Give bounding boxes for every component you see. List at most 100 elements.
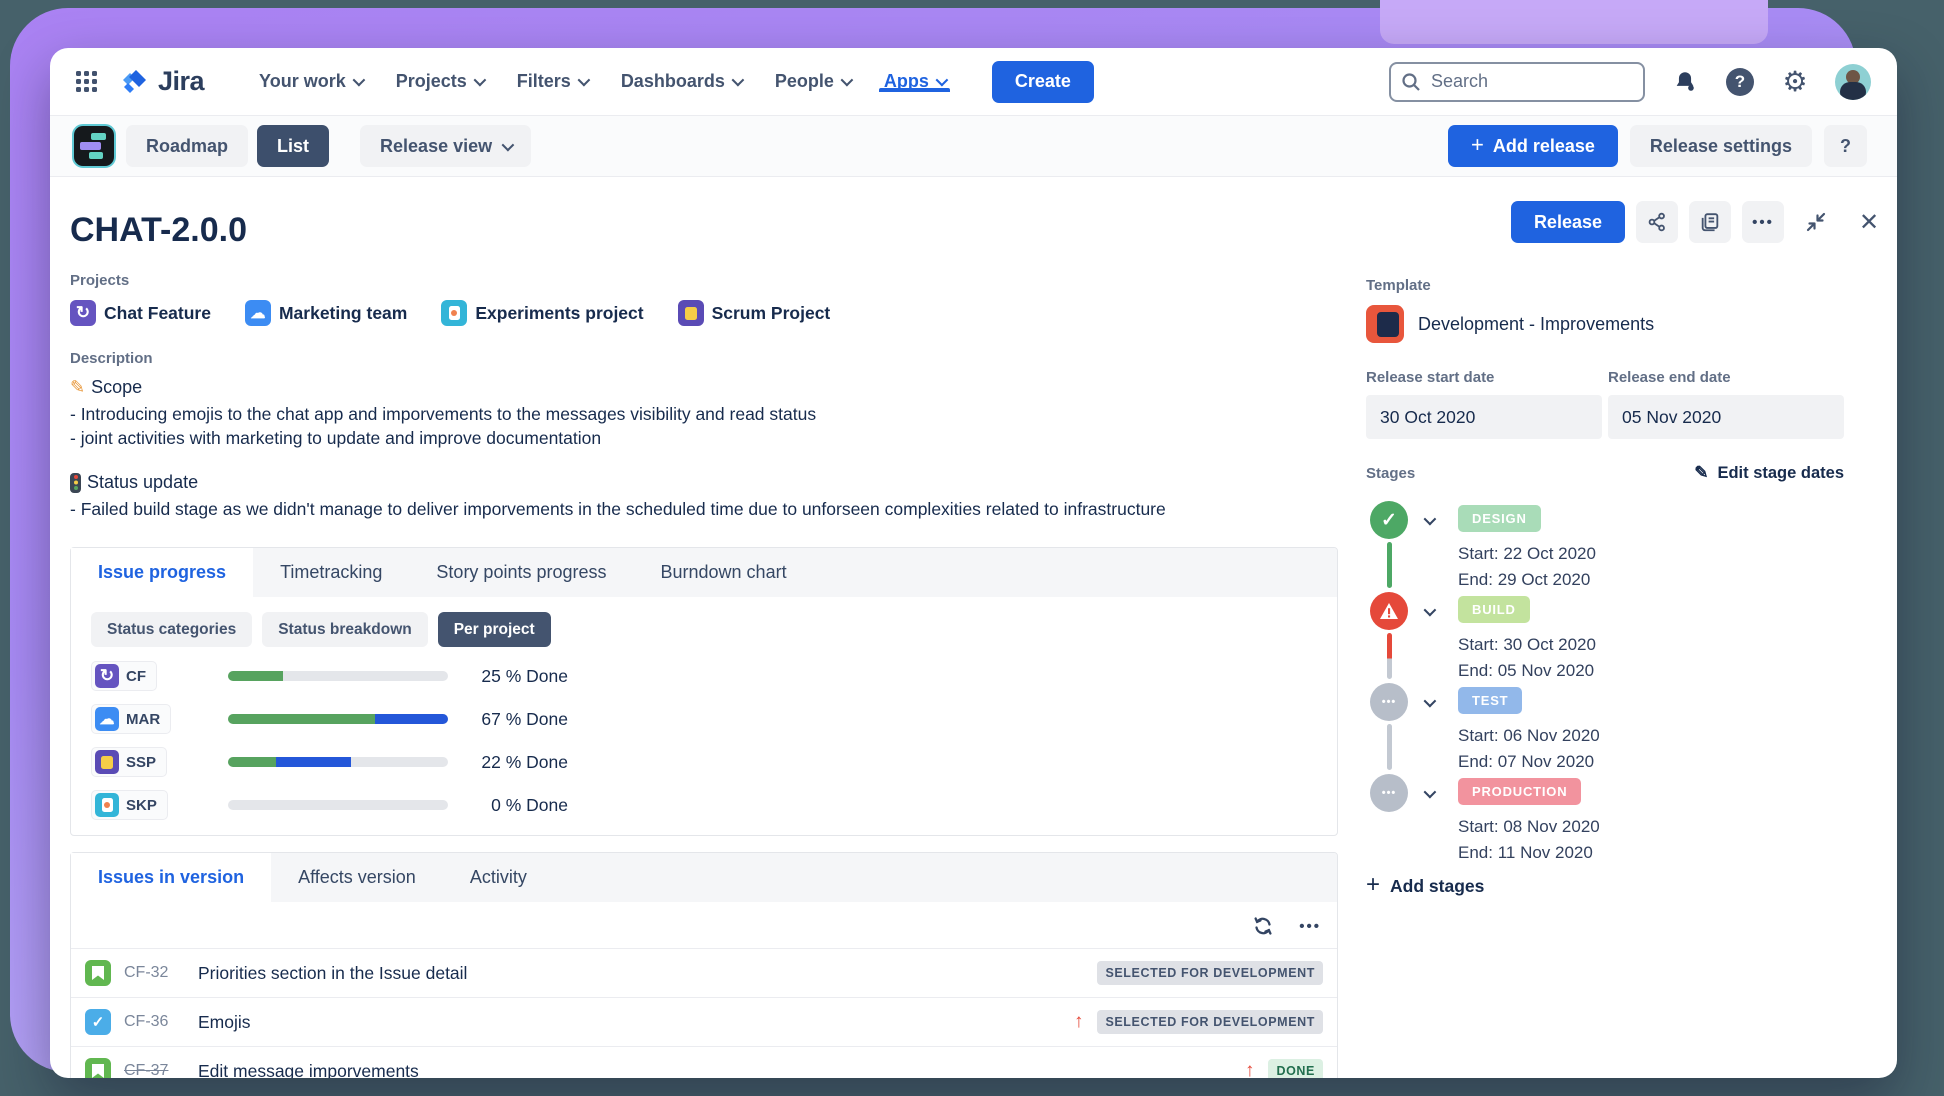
help-icon[interactable]: ?: [1725, 67, 1755, 97]
status-badge[interactable]: SELECTED FOR DEVELOPMENT: [1097, 961, 1323, 986]
filter-status-categories[interactable]: Status categories: [91, 612, 253, 648]
collapse-icon[interactable]: [1795, 201, 1837, 243]
stage-failed-icon[interactable]: [1370, 592, 1408, 630]
template-label: Template: [1366, 277, 1431, 294]
stage-badge-design[interactable]: DESIGN: [1458, 505, 1541, 532]
nav-item-people[interactable]: People: [758, 71, 867, 92]
chevron-down-icon[interactable]: [1423, 603, 1437, 617]
primary-nav: Your work Projects Filters Dashboards Pe…: [242, 71, 962, 92]
scope-line: - Introducing emojis to the chat app and…: [70, 403, 817, 424]
status-badge[interactable]: SELECTED FOR DEVELOPMENT: [1097, 1010, 1323, 1035]
progress-value-ssp: 22 % Done: [481, 751, 568, 772]
search-input[interactable]: [1389, 61, 1645, 102]
issue-summary[interactable]: Edit message imporvements: [198, 1061, 419, 1078]
issue-key: CF-36: [124, 1013, 169, 1031]
issue-row[interactable]: ✓ CF-36 Emojis ↑ SELECTED FOR DEVELOPMEN…: [71, 997, 1337, 1046]
scrum-project-icon: [677, 300, 704, 326]
tab-burndown-chart[interactable]: Burndown chart: [634, 548, 814, 597]
issue-row[interactable]: CF-32 Priorities section in the Issue de…: [71, 948, 1337, 997]
view-switch-group: Roadmap List Release view: [126, 125, 532, 167]
tab-timetracking[interactable]: Timetracking: [253, 548, 409, 597]
nav-item-projects[interactable]: Projects: [379, 71, 500, 92]
app-switcher-icon[interactable]: [72, 67, 102, 97]
chevron-down-icon: [501, 138, 515, 151]
tab-issue-progress[interactable]: Issue progress: [71, 548, 254, 598]
filter-status-breakdown[interactable]: Status breakdown: [262, 612, 428, 648]
release-notes-icon[interactable]: [1689, 201, 1731, 243]
issue-key: CF-32: [124, 964, 169, 982]
user-avatar[interactable]: [1835, 63, 1871, 100]
pencil-icon: ✎: [1694, 463, 1709, 482]
tab-activity[interactable]: Activity: [443, 853, 554, 902]
nav-item-apps[interactable]: Apps: [867, 71, 962, 92]
project-pill-skp[interactable]: SKP: [91, 790, 168, 821]
share-icon[interactable]: [1636, 201, 1678, 243]
tab-story-points-progress[interactable]: Story points progress: [409, 548, 633, 597]
project-chip-chat-feature[interactable]: ↻ Chat Feature: [70, 300, 211, 326]
settings-gear-icon[interactable]: ⚙: [1780, 67, 1810, 97]
release-start-date-field[interactable]: 30 Oct 2020: [1366, 395, 1602, 439]
release-settings-button[interactable]: Release settings: [1629, 125, 1812, 167]
marketing-team-project-icon: ☁: [244, 300, 271, 326]
filter-per-project[interactable]: Per project: [437, 612, 551, 648]
more-actions-icon[interactable]: •••: [1742, 201, 1784, 243]
issue-summary[interactable]: Priorities section in the Issue detail: [198, 963, 467, 984]
stage-badge-test[interactable]: TEST: [1458, 687, 1523, 714]
project-pill-mar[interactable]: ☁ MAR: [91, 704, 172, 735]
template-row[interactable]: Development - Improvements: [1366, 305, 1844, 343]
status-badge[interactable]: DONE: [1268, 1059, 1323, 1078]
create-button[interactable]: Create: [991, 60, 1094, 103]
roadmap-button[interactable]: Roadmap: [126, 125, 249, 167]
more-actions-icon[interactable]: •••: [1299, 918, 1321, 935]
stage-pending-icon[interactable]: •••: [1370, 774, 1408, 812]
background-accent-block: [1380, 0, 1768, 44]
tab-affects-version[interactable]: Affects version: [271, 853, 443, 902]
release-side-panel: Release ••• ✕ Template Development - Imp…: [1338, 177, 1897, 1078]
stages-label: Stages: [1366, 464, 1416, 482]
nav-right-group: ? ⚙: [1389, 48, 1871, 115]
toolbar-help-button[interactable]: ?: [1824, 125, 1867, 167]
scrum-project-icon: [95, 750, 119, 775]
project-chip-experiments[interactable]: Experiments project: [441, 300, 644, 326]
notifications-icon[interactable]: [1670, 67, 1700, 97]
stage-item-test: ••• TEST Start: 06 Nov 2020 End: 07 Nov …: [1366, 683, 1844, 774]
stage-done-icon[interactable]: ✓: [1370, 501, 1408, 539]
nav-item-your-work[interactable]: Your work: [242, 71, 379, 92]
chevron-down-icon[interactable]: [1423, 785, 1437, 799]
issue-summary[interactable]: Emojis: [198, 1012, 251, 1033]
refresh-icon[interactable]: [1251, 914, 1275, 938]
scope-line: - joint activities with marketing to upd…: [70, 427, 602, 448]
close-icon[interactable]: ✕: [1848, 201, 1890, 243]
stage-badge-build[interactable]: BUILD: [1458, 596, 1530, 623]
stage-dates: Start: 06 Nov 2020 End: 07 Nov 2020: [1458, 726, 1600, 771]
app-tile-icon[interactable]: [72, 124, 116, 168]
project-chip-marketing-team[interactable]: ☁ Marketing team: [244, 300, 407, 326]
release-end-date-field[interactable]: 05 Nov 2020: [1608, 395, 1844, 439]
release-view-dropdown[interactable]: Release view: [360, 125, 532, 167]
add-stages-button[interactable]: + Add stages: [1366, 873, 1844, 897]
stage-pending-icon[interactable]: •••: [1370, 683, 1408, 721]
release-button[interactable]: Release: [1510, 201, 1625, 243]
project-pill-cf[interactable]: ↻ CF: [91, 661, 157, 692]
edit-stage-dates-button[interactable]: ✎ Edit stage dates: [1694, 463, 1844, 483]
chevron-down-icon[interactable]: [1423, 512, 1437, 526]
chevron-down-icon[interactable]: [1423, 694, 1437, 708]
stage-badge-production[interactable]: PRODUCTION: [1458, 778, 1582, 805]
project-pill-ssp[interactable]: SSP: [91, 747, 168, 778]
progress-bar-skp: [228, 800, 448, 811]
project-chip-scrum[interactable]: Scrum Project: [677, 300, 830, 326]
list-button[interactable]: List: [257, 125, 330, 167]
jira-logo-icon: [123, 69, 146, 93]
description-body: ✎ Scope - Introducing emojis to the chat…: [70, 375, 1338, 521]
content-area: CHAT-2.0.0 Projects ↻ Chat Feature ☁ Mar…: [50, 177, 1897, 1078]
nav-item-dashboards[interactable]: Dashboards: [604, 71, 758, 92]
tab-issues-in-version[interactable]: Issues in version: [71, 853, 272, 903]
jira-logo[interactable]: Jira: [118, 66, 205, 98]
add-release-button[interactable]: + Add release: [1448, 125, 1618, 167]
nav-item-filters[interactable]: Filters: [500, 71, 604, 92]
issue-row[interactable]: CF-37 Edit message imporvements ↑ DONE: [71, 1046, 1337, 1078]
progress-value-skp: 0 % Done: [491, 794, 568, 815]
progress-tabbar: Issue progress Timetracking Story points…: [71, 548, 1337, 598]
template-name: Development - Improvements: [1418, 313, 1655, 334]
scope-heading: ✎ Scope: [70, 375, 1338, 400]
